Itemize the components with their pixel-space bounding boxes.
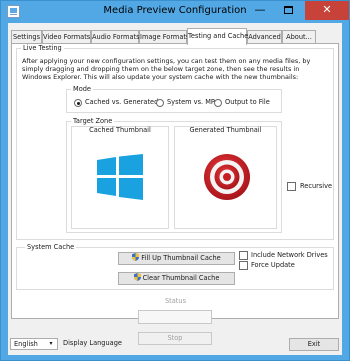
display-language-value: English [14, 340, 38, 348]
tab-image-formats[interactable]: Image Formats [139, 30, 189, 43]
display-language-select[interactable]: English ▾ [10, 338, 58, 350]
live-testing-heading: Live Testing [21, 44, 64, 52]
fill-up-thumbnail-cache-button[interactable]: Fill Up Thumbnail Cache [118, 252, 235, 265]
windows-logo-icon [97, 154, 143, 200]
dialog-client: Settings Video Formats Audio Formats Ima… [8, 23, 342, 355]
mode-output-to-file-label[interactable]: Output to File [225, 98, 270, 107]
force-update-checkbox[interactable] [239, 261, 248, 270]
mode-cached-vs-generated-label[interactable]: Cached vs. Generated [85, 98, 158, 107]
close-button[interactable]: ✕ [305, 1, 349, 20]
mode-cached-vs-generated-radio[interactable] [74, 99, 82, 107]
system-cache-heading: System Cache [25, 243, 77, 251]
tab-about[interactable]: About... [282, 30, 316, 43]
tab-video-formats[interactable]: Video Formats [42, 30, 91, 43]
live-testing-description: After applying your new configuration se… [22, 57, 311, 81]
target-zone-heading: Target Zone [71, 117, 115, 125]
tab-panel: Live Testing After applying your new con… [11, 43, 339, 345]
uac-shield-icon [133, 273, 141, 281]
title-bar[interactable]: Media Preview Configuration — ✕ [1, 1, 349, 23]
target-icon [204, 154, 250, 200]
recursive-label[interactable]: Recursive [300, 182, 332, 191]
recursive-checkbox[interactable] [287, 182, 296, 191]
exit-button[interactable]: Exit [289, 338, 339, 351]
chevron-down-icon: ▾ [49, 340, 53, 347]
display-language-label: Display Language [63, 339, 122, 347]
generated-thumbnail-label: Generated Thumbnail [189, 126, 262, 134]
minimize-button[interactable]: — [247, 1, 273, 20]
maximize-button[interactable] [275, 1, 301, 20]
clear-thumbnail-cache-button[interactable]: Clear Thumbnail Cache [118, 272, 235, 285]
tab-advanced[interactable]: Advanced [247, 30, 282, 43]
mode-system-vs-mp-label[interactable]: System vs. MP [167, 98, 215, 107]
include-network-drives-label[interactable]: Include Network Drives [251, 251, 328, 260]
tab-audio-formats[interactable]: Audio Formats [91, 30, 140, 43]
mode-heading: Mode [71, 85, 93, 93]
window: Media Preview Configuration — ✕ Settings… [0, 0, 350, 361]
fill-up-thumbnail-cache-label: Fill Up Thumbnail Cache [141, 254, 221, 262]
tab-testing-and-cache[interactable]: Testing and Cache [187, 28, 248, 45]
cached-thumbnail-label: Cached Thumbnail [89, 126, 151, 134]
clear-thumbnail-cache-label: Clear Thumbnail Cache [142, 274, 220, 282]
maximize-icon [284, 6, 293, 14]
uac-shield-icon [132, 253, 140, 261]
tab-settings[interactable]: Settings [11, 30, 42, 43]
status-field [138, 310, 212, 324]
include-network-drives-checkbox[interactable] [239, 251, 248, 260]
force-update-label[interactable]: Force Update [251, 261, 295, 270]
mode-system-vs-mp-radio[interactable] [156, 99, 164, 107]
stop-button[interactable]: Stop [138, 332, 212, 345]
status-label: Status [165, 297, 187, 305]
mode-output-to-file-radio[interactable] [214, 99, 222, 107]
